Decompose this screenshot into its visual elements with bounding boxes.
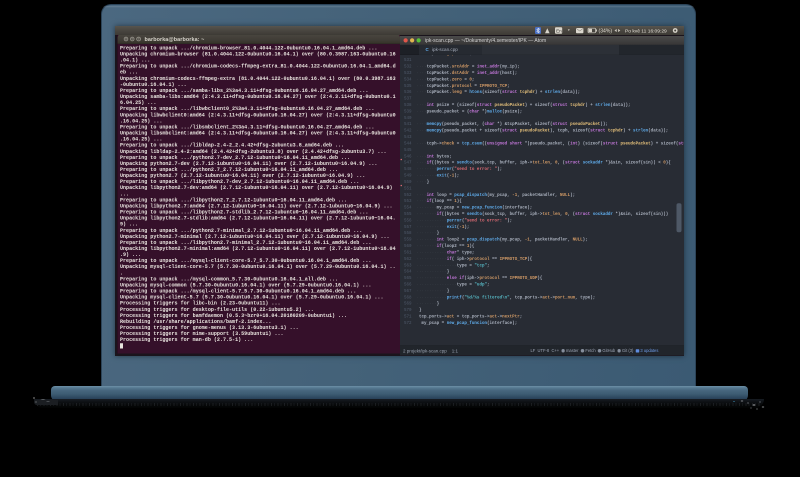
- svg-text:Po kvě 11 16:09:29: Po kvě 11 16:09:29: [625, 29, 667, 35]
- svg-text:En: En: [556, 28, 562, 33]
- svg-text:(34%): (34%): [599, 29, 613, 35]
